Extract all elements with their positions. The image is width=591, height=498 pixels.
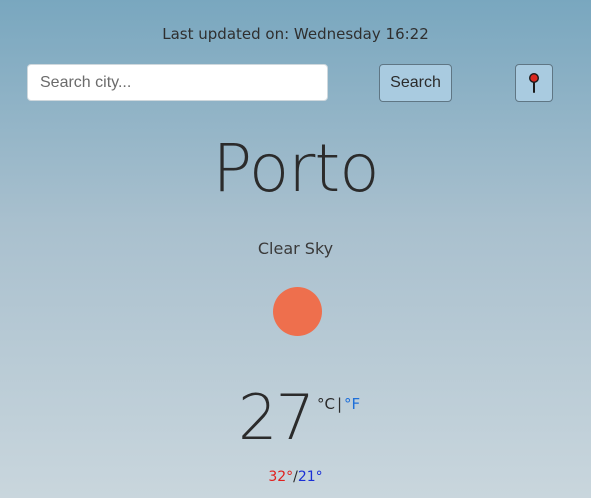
max-temperature: 32° [268,469,294,485]
last-updated-text: Last updated on: Wednesday 16:22 [162,25,429,43]
unit-switcher: °C | °F [317,395,360,413]
sun-icon [273,287,322,336]
min-max-temperature: 32°/21° [0,469,591,485]
search-button[interactable]: Search [379,64,452,102]
city-name: Porto [212,130,379,207]
unit-separator: | [336,395,343,413]
search-input[interactable] [27,64,328,101]
weather-description: Clear Sky [257,239,334,258]
current-location-button[interactable] [515,64,553,102]
min-temperature: 21° [297,469,323,485]
celsius-unit[interactable]: °C [317,395,335,413]
temperature-value: 27 [238,381,315,454]
map-pin-icon [528,72,540,94]
search-bar: Search [0,64,591,102]
fahrenheit-link[interactable]: °F [344,395,360,413]
